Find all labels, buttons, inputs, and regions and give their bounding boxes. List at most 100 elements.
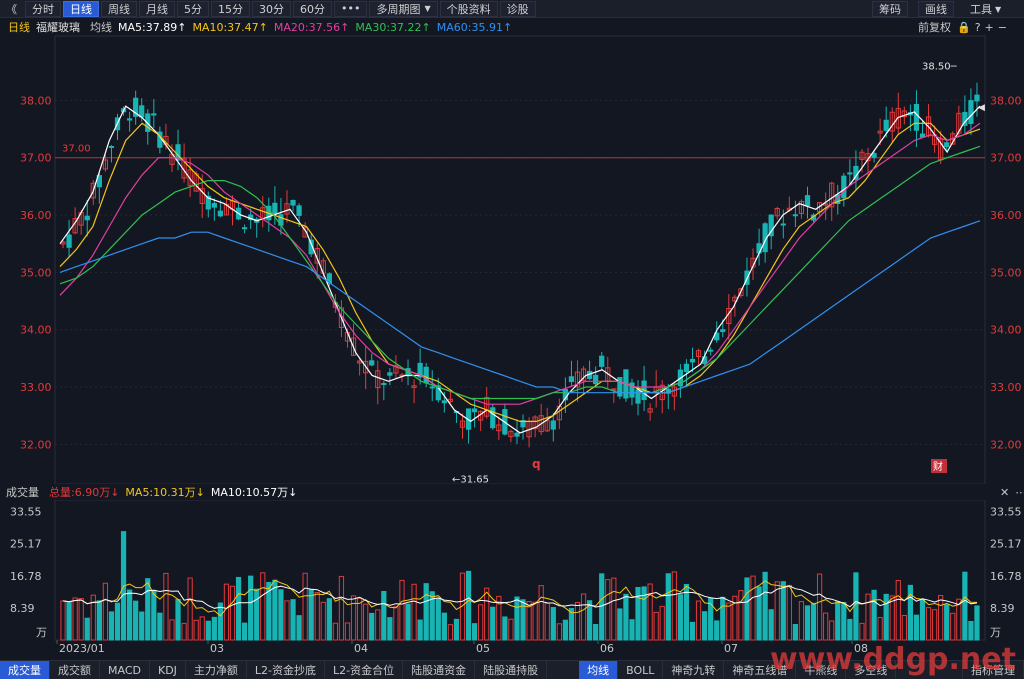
multi-period-dropdown[interactable]: 多周期图 ▼ [369,0,438,17]
candle-body [139,105,145,118]
volume-bar [278,589,284,641]
volume-unit-right: 万 [990,626,1001,639]
candle-body [968,100,974,124]
period-tab[interactable]: 15分 [211,0,250,17]
volume-bar [302,572,308,641]
period-tab[interactable]: 日线 [63,0,99,17]
back-button[interactable]: 《 [0,1,23,17]
volume-bar [399,579,405,641]
candle-body [296,205,302,216]
reference-line-label: 37.00 [62,144,91,155]
close-panel-icon[interactable]: ✕ [1000,486,1009,499]
stock-info-button[interactable]: 个股资料 [439,0,498,17]
more-options-icon[interactable]: ⋯ [1015,486,1024,499]
volume-bar [272,579,278,641]
watermark-logo: www.ddgp.net [770,642,1016,677]
candle-body [108,145,115,148]
candle-body [66,234,72,248]
volume-ma5: MA5:10.31万↓ [125,486,205,499]
candle-body [290,199,296,206]
volume-bar [580,593,587,641]
volume-bar [350,595,357,641]
indicator-tab[interactable]: MACD [100,661,150,679]
volume-bar [798,601,805,641]
volume-bar [786,584,792,641]
volume-bar [338,575,345,641]
period-tab[interactable]: 分时 [25,0,61,17]
period-tab[interactable]: 60分 [293,0,332,17]
price-panel-frame [54,35,986,485]
volume-bar [139,611,145,641]
indicator-tab[interactable]: 陆股通资金 [403,661,476,679]
price-axis-label-right: 36.00 [990,209,1022,222]
volume-bar [599,573,605,641]
volume-bar [96,600,102,641]
volume-bar [792,624,799,641]
indicator-tab[interactable]: KDJ [150,661,186,679]
ma-line-ma60 [59,220,981,394]
price-axis-label-right: 37.00 [990,152,1022,165]
overlay-tab[interactable]: 神奇九转 [663,661,725,679]
period-tab[interactable]: 5分 [177,0,209,17]
period-tab[interactable]: 周线 [101,0,137,17]
more-button[interactable]: ••• [334,0,368,17]
indicator-tab[interactable]: 成交量 [0,661,50,679]
candle-body [804,195,811,207]
chevron-down-icon: ▼ [424,4,431,13]
volume-bar [968,620,974,641]
volume-bar [465,570,472,641]
price-axis-label-left: 33.00 [20,381,52,394]
volume-bar [617,608,623,641]
chips-button[interactable]: 筹码 [872,1,908,17]
tools-dropdown[interactable]: 工具 ▼ [964,1,1007,17]
tools-label: 工具 [970,3,992,16]
indicator-tab[interactable]: 成交额 [50,661,100,679]
draw-button[interactable]: 画线 [918,1,954,17]
volume-bar [284,600,290,641]
volume-bar [502,616,508,641]
volume-bar [919,598,926,641]
price-chart[interactable]: 38.00 38.00 37.00 37.00 36.00 36.00 35.00 35.00… [0,18,1024,660]
overlay-tab[interactable]: 均线 [579,661,619,679]
date-axis-label: 05 [476,642,490,655]
volume-axis-label-left: 25.17 [10,538,42,551]
volume-bar [823,612,829,641]
indicator-tab[interactable]: L2-资金抄底 [247,661,326,679]
volume-bar [223,583,230,641]
volume-bar [714,620,720,641]
candle-body [241,227,248,230]
period-tab[interactable]: 月线 [139,0,175,17]
volume-bar [66,602,72,641]
volume-bar [435,598,441,641]
indicator-tab[interactable]: L2-资金合位 [325,661,404,679]
volume-bar [241,622,248,641]
volume-bar [744,577,750,641]
volume-bar [568,608,575,641]
volume-bar [60,600,66,641]
period-tab[interactable]: 30分 [252,0,291,17]
volume-bar [913,614,920,641]
volume-bar [907,584,914,641]
volume-axis-label-right: 16.78 [990,570,1022,583]
overlay-tab[interactable]: BOLL [618,661,664,679]
volume-bar [78,598,84,641]
volume-bar [447,624,454,641]
volume-bar [593,623,599,641]
volume-bar [647,583,653,641]
diagnose-button[interactable]: 诊股 [499,0,536,17]
candle-body [211,203,217,208]
volume-bar [199,616,205,641]
volume-bar [889,595,895,641]
ma-line-ma5 [59,105,981,434]
candle-body [720,329,726,333]
volume-bar [217,602,224,641]
volume-bar [423,583,429,641]
volume-axis-label-left: 16.78 [10,570,42,583]
high-annotation: 38.50─ [922,62,958,73]
volume-bar [871,589,877,641]
indicator-tab[interactable]: 主力净额 [186,661,247,679]
volume-bar [102,582,109,641]
indicator-tab[interactable]: 陆股通持股 [475,661,548,679]
volume-bar [405,603,411,641]
volume-bar [695,600,702,641]
